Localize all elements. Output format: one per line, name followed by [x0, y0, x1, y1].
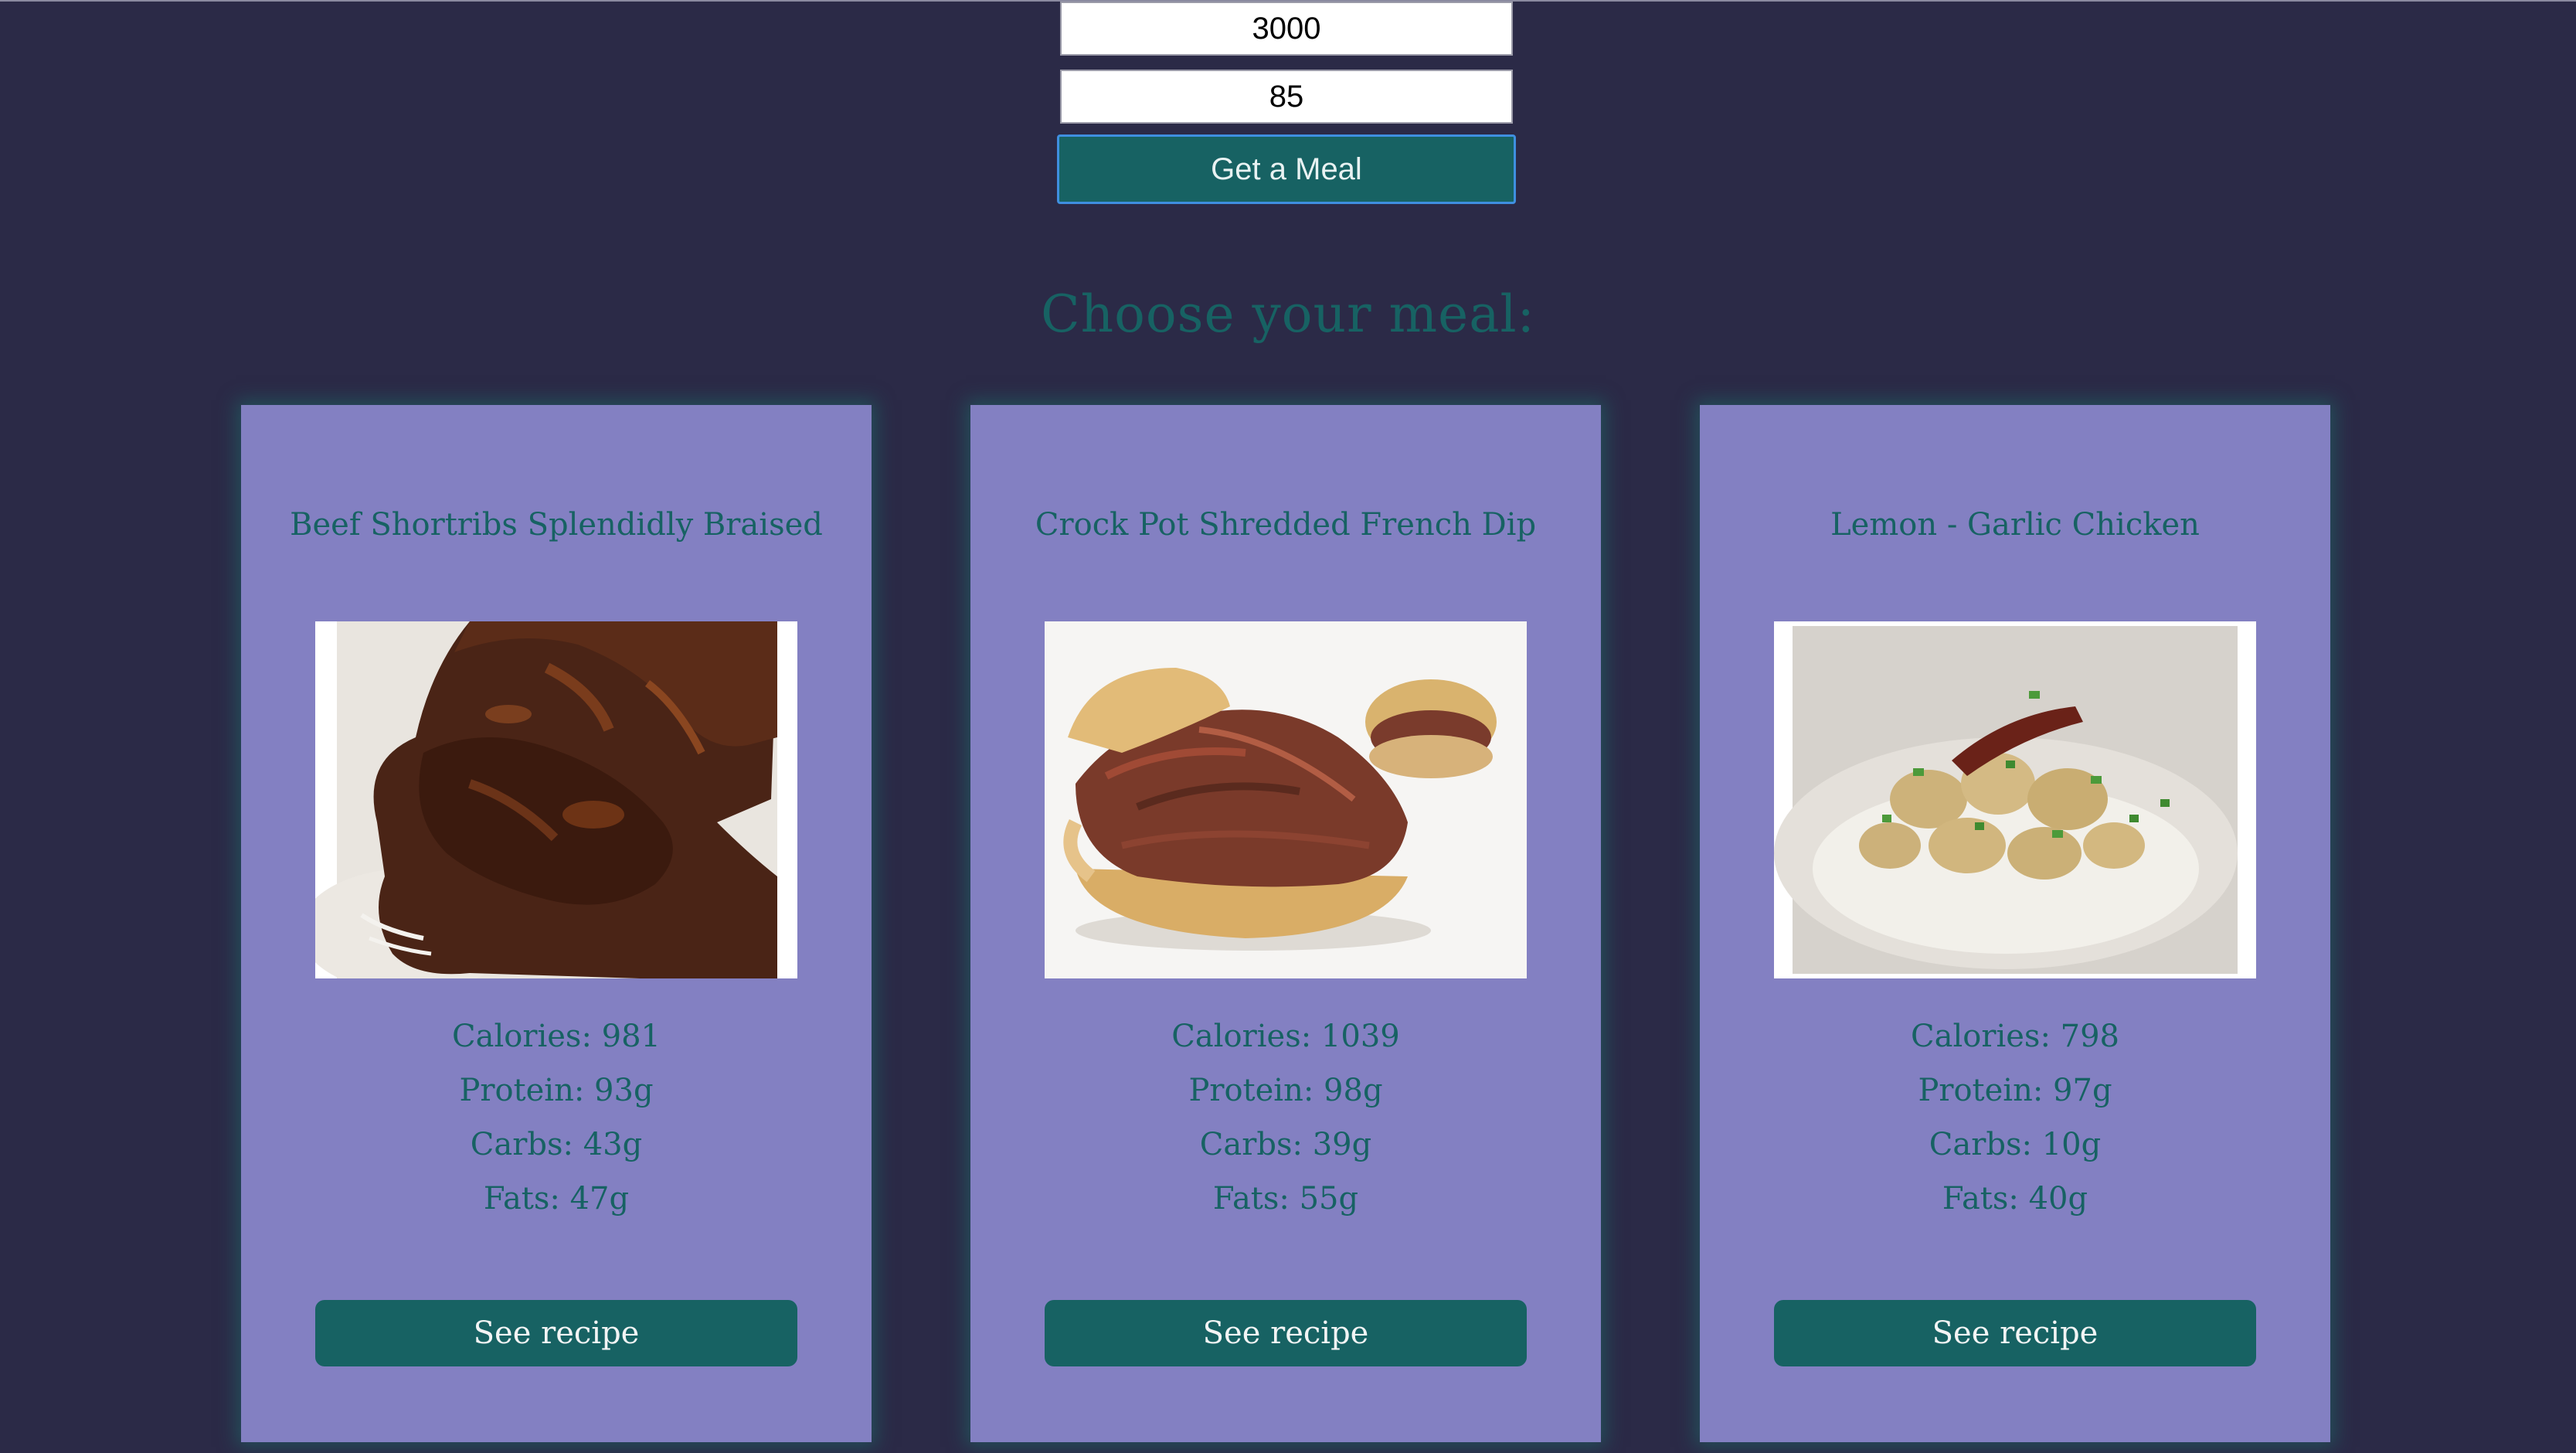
meal-title: Beef Shortribs Splendidly Braised: [290, 507, 823, 543]
meal-title: Crock Pot Shredded French Dip: [1035, 507, 1537, 543]
fats-value: Fats: 55g: [1212, 1181, 1359, 1217]
french-dip-sandwich-photo: [1045, 621, 1527, 978]
nutrition-stats: Calories: 1039 Protein: 98g Carbs: 39g F…: [970, 1009, 1601, 1226]
carbs-value: Carbs: 10g: [1929, 1127, 2102, 1162]
nutrition-stats: Calories: 981 Protein: 93g Carbs: 43g Fa…: [241, 1009, 872, 1226]
carbs-value: Carbs: 39g: [1199, 1127, 1372, 1162]
protein-input[interactable]: [1060, 70, 1513, 124]
meal-title: Lemon - Garlic Chicken: [1830, 507, 2200, 543]
fats-value: Fats: 47g: [483, 1181, 630, 1217]
calories-value: Calories: 1039: [1171, 1019, 1400, 1054]
nutrition-stats: Calories: 798 Protein: 97g Carbs: 10g Fa…: [1700, 1009, 2330, 1226]
calories-input[interactable]: [1060, 2, 1513, 56]
meal-card: Crock Pot Shredded French Dip Calories: …: [970, 405, 1601, 1442]
carbs-value: Carbs: 43g: [470, 1127, 643, 1162]
see-recipe-button[interactable]: See recipe: [1774, 1300, 2256, 1366]
protein-value: Protein: 98g: [1188, 1073, 1383, 1108]
see-recipe-button[interactable]: See recipe: [1045, 1300, 1527, 1366]
meal-card: Beef Shortribs Splendidly Braised Calori…: [241, 405, 872, 1442]
protein-value: Protein: 97g: [1918, 1073, 2112, 1108]
meal-card: Lemon - Garlic Chicken Calories: 798 Pro…: [1700, 405, 2330, 1442]
fats-value: Fats: 40g: [1942, 1181, 2088, 1217]
chicken-rice-photo: [1774, 621, 2256, 978]
see-recipe-button[interactable]: See recipe: [315, 1300, 797, 1366]
section-title: Choose your meal:: [1041, 284, 1535, 344]
calories-value: Calories: 798: [1911, 1019, 2119, 1054]
meal-cards: Beef Shortribs Splendidly Braised Calori…: [0, 405, 2576, 1453]
calories-value: Calories: 981: [452, 1019, 661, 1054]
braised-beef-photo: [315, 621, 797, 978]
protein-value: Protein: 93g: [459, 1073, 654, 1108]
get-meal-button[interactable]: Get a Meal: [1057, 134, 1516, 204]
